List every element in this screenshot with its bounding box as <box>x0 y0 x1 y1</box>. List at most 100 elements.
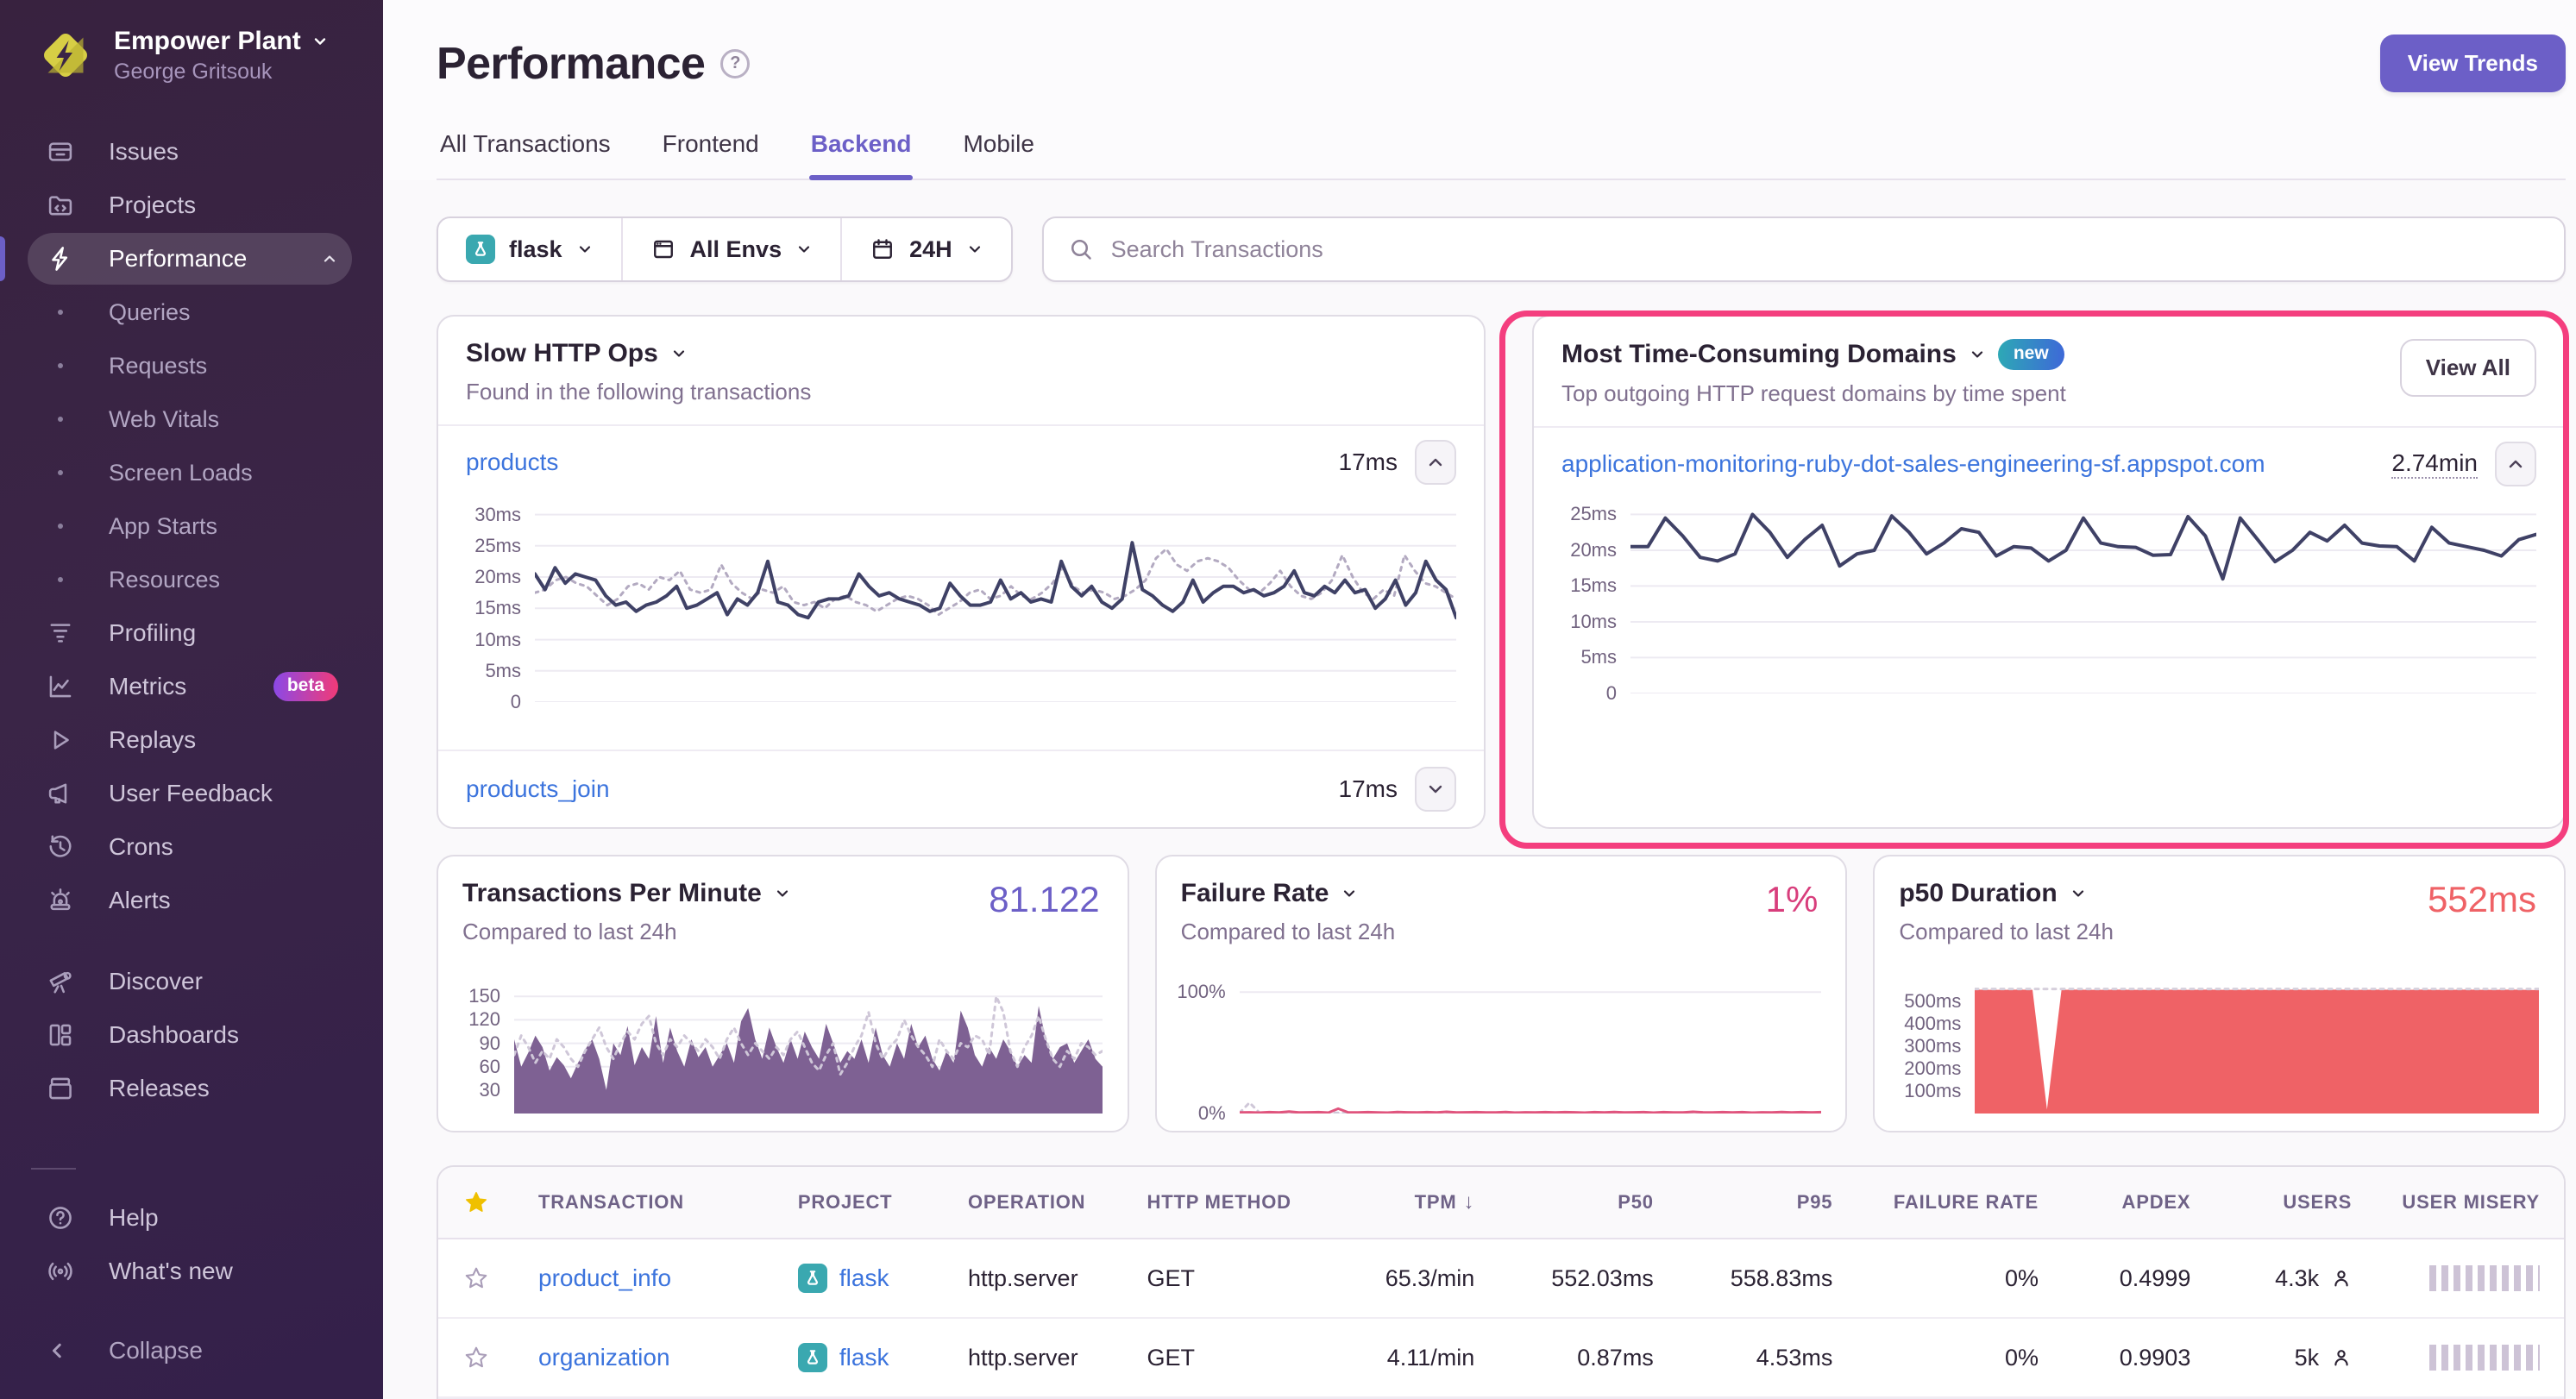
tpm-cell: 65.3/min <box>1320 1265 1499 1292</box>
tpm-chart: 150120906030 <box>445 982 1103 1114</box>
sidebar-item-web-vitals[interactable]: Web Vitals <box>28 393 352 445</box>
table-column-header-http-method[interactable]: HTTP METHOD ↓ <box>1123 1191 1320 1214</box>
bullet-dot <box>45 297 76 328</box>
p50-cell: 552.03ms <box>1498 1265 1678 1292</box>
search-input[interactable] <box>1111 236 2540 263</box>
favorite-star-toggle[interactable] <box>438 1345 514 1371</box>
tab-mobile[interactable]: Mobile <box>961 116 1035 179</box>
sidebar-nav: Issues Projects Performance Queries Requ… <box>0 124 383 1116</box>
flask-project-icon <box>798 1264 827 1293</box>
operation-cell: http.server <box>944 1265 1123 1292</box>
sidebar-item-replays[interactable]: Replays <box>28 714 352 766</box>
project-link[interactable]: flask <box>839 1264 889 1292</box>
user-misery-bar <box>2429 1265 2540 1291</box>
project-cell: flask <box>774 1343 944 1372</box>
transaction-link[interactable]: product_info <box>538 1264 671 1292</box>
table-column-header-user-misery[interactable]: USER MISERY ↓ <box>2376 1191 2564 1214</box>
sidebar-item-dashboards[interactable]: Dashboards <box>28 1009 352 1061</box>
org-switcher[interactable]: Empower Plant George Gritsouk <box>0 0 383 107</box>
table-column-header-failure-rate[interactable]: FAILURE RATE ↓ <box>1857 1191 2063 1214</box>
slow-http-ops-card: Slow HTTP Ops Found in the following tra… <box>437 315 1486 829</box>
table-column-header-operation[interactable]: OPERATION ↓ <box>944 1191 1123 1214</box>
chevron-down-icon <box>1341 885 1358 902</box>
bullet-dot <box>45 511 76 542</box>
sidebar-item-requests[interactable]: Requests <box>28 340 352 392</box>
metrics-icon <box>45 671 76 702</box>
page-header: Performance ? View Trends All Transactio… <box>383 0 2576 180</box>
app-root: Empower Plant George Gritsouk Issues Pro… <box>0 0 2576 1399</box>
table-column-header-apdex[interactable]: APDEX ↓ <box>2063 1191 2215 1214</box>
sidebar-item-projects[interactable]: Projects <box>28 179 352 231</box>
domains-title[interactable]: Most Time-Consuming Domains new <box>1561 339 2066 370</box>
chevron-down-icon <box>795 241 813 258</box>
tpm-value: 81.122 <box>989 879 1099 920</box>
domain-link[interactable]: application-monitoring-ruby-dot-sales-en… <box>1561 450 2265 478</box>
sidebar-item-crons[interactable]: Crons <box>28 821 352 873</box>
sidebar-item-performance[interactable]: Performance <box>28 233 352 285</box>
page-title: Performance <box>437 38 705 90</box>
sidebar-item-releases[interactable]: Releases <box>28 1063 352 1114</box>
sidebar-item-help[interactable]: Help <box>28 1192 352 1244</box>
search-transactions <box>1042 216 2566 282</box>
table-column-header-p95[interactable]: P95 ↓ <box>1678 1191 1857 1214</box>
table-column-header-tpm[interactable]: TPM ↓ <box>1320 1190 1499 1214</box>
sidebar-item-discover[interactable]: Discover <box>28 956 352 1007</box>
sidebar-item-alerts[interactable]: Alerts <box>28 875 352 926</box>
p95-cell: 4.53ms <box>1678 1345 1857 1371</box>
sidebar-item-user-feedback[interactable]: User Feedback <box>28 768 352 819</box>
chevron-down-icon <box>670 345 688 362</box>
expand-row-button[interactable] <box>1415 767 1456 812</box>
chevron-down-icon <box>1969 346 1986 363</box>
sidebar-item-app-starts[interactable]: App Starts <box>28 500 352 552</box>
transaction-link[interactable]: organization <box>538 1344 670 1371</box>
project-link[interactable]: flask <box>839 1344 889 1371</box>
p50-duration-chart: 500ms400ms300ms200ms100ms <box>1882 982 2540 1114</box>
tab-backend[interactable]: Backend <box>809 116 914 179</box>
org-logo <box>35 24 97 86</box>
bullet-dot <box>45 457 76 488</box>
table-row: product_info flask http.server GET 65.3/… <box>438 1239 2564 1319</box>
view-trends-button[interactable]: View Trends <box>2380 35 2566 92</box>
collapse-row-button[interactable] <box>1415 440 1456 485</box>
table-column-header-transaction[interactable]: TRANSACTION ↓ <box>514 1191 774 1214</box>
favorite-star-toggle[interactable] <box>438 1265 514 1291</box>
projects-icon <box>45 190 76 221</box>
table-column-header-project[interactable]: PROJECT ↓ <box>774 1191 944 1214</box>
products-join-link[interactable]: products_join <box>466 775 610 803</box>
view-all-button[interactable]: View All <box>2400 339 2536 397</box>
project-filter[interactable]: flask <box>438 218 621 280</box>
favorite-column-header[interactable] <box>438 1189 514 1215</box>
sidebar-item-screen-loads[interactable]: Screen Loads <box>28 447 352 499</box>
sidebar: Empower Plant George Gritsouk Issues Pro… <box>0 0 383 1399</box>
http-method-cell: GET <box>1123 1265 1320 1292</box>
products-link[interactable]: products <box>466 449 558 476</box>
p50-value: 552ms <box>2428 879 2536 920</box>
sidebar-item-what-s-new[interactable]: What's new <box>28 1245 352 1297</box>
help-icon[interactable]: ? <box>720 49 750 78</box>
user-misery-bar <box>2429 1345 2540 1371</box>
bullet-dot <box>45 350 76 381</box>
date-range-filter[interactable]: 24H <box>840 218 1011 280</box>
star-outline-icon <box>463 1345 489 1371</box>
chart-plot <box>1630 504 2536 693</box>
table-column-header-p50[interactable]: P50 ↓ <box>1498 1191 1678 1214</box>
sidebar-item-resources[interactable]: Resources <box>28 554 352 605</box>
failure-rate-title[interactable]: Failure Rate <box>1181 879 1822 908</box>
y-axis: 30ms25ms20ms15ms10ms5ms0 <box>449 502 535 702</box>
sidebar-item-queries[interactable]: Queries <box>28 286 352 338</box>
sidebar-item-issues[interactable]: Issues <box>28 126 352 178</box>
sidebar-item-profiling[interactable]: Profiling <box>28 607 352 659</box>
sidebar-collapse-button[interactable]: Collapse <box>28 1327 352 1375</box>
most-time-consuming-domains-card: Most Time-Consuming Domains new Top outg… <box>1532 315 2566 829</box>
chevron-up-icon <box>321 250 338 267</box>
environment-filter[interactable]: All Envs <box>621 218 841 280</box>
slow-http-ops-title[interactable]: Slow HTTP Ops <box>466 339 811 368</box>
tab-frontend[interactable]: Frontend <box>661 116 761 179</box>
sidebar-item-metrics[interactable]: Metrics beta <box>28 661 352 712</box>
table-column-header-users[interactable]: USERS ↓ <box>2215 1191 2376 1214</box>
tab-all-transactions[interactable]: All Transactions <box>438 116 613 179</box>
chevron-down-icon <box>966 241 983 258</box>
user-misery-cell <box>2376 1345 2564 1371</box>
collapse-row-button[interactable] <box>2495 442 2536 486</box>
star-outline-icon <box>463 1265 489 1291</box>
